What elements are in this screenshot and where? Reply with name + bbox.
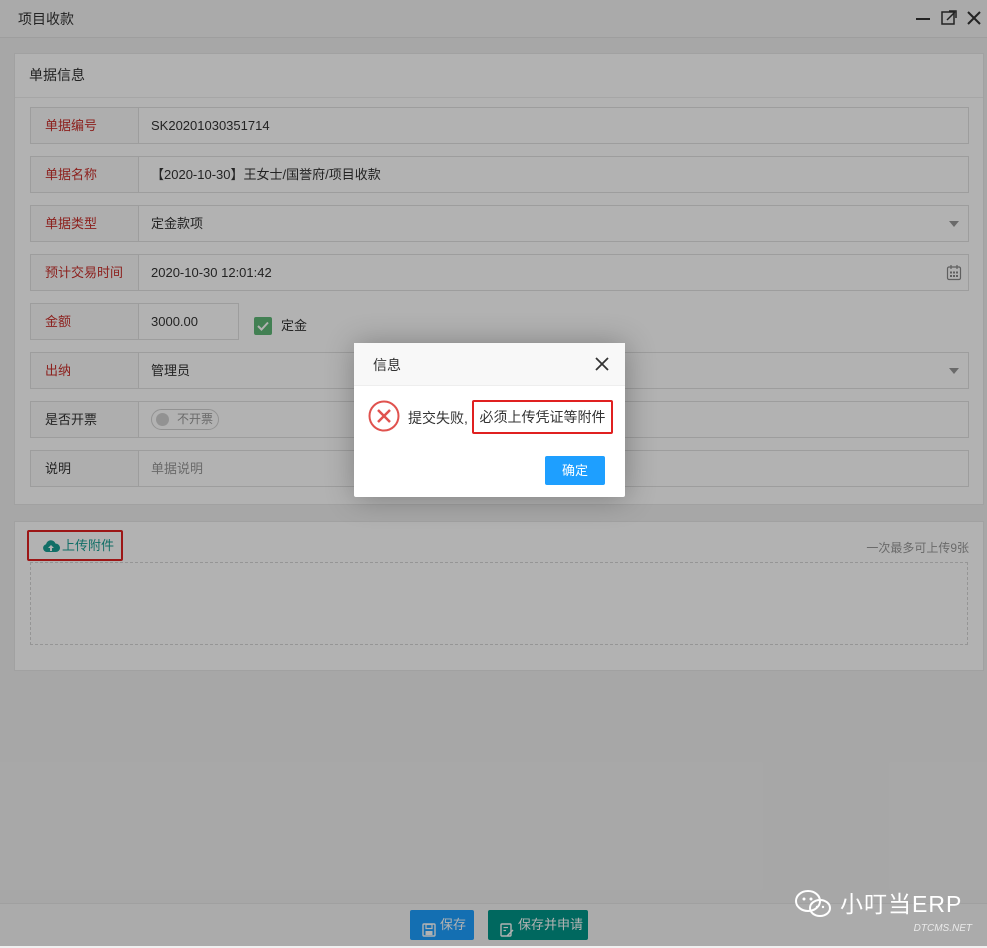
info-dialog: 信息 提交失败, 必须上传凭证等附件 确定 <box>354 343 625 497</box>
watermark: 小叮当ERP DTCMS.NET <box>794 885 984 943</box>
error-icon <box>368 400 400 435</box>
dialog-message-highlight: 必须上传凭证等附件 <box>472 400 613 434</box>
dialog-title: 信息 <box>373 357 401 373</box>
dialog-header: 信息 <box>354 343 625 386</box>
dialog-message: 提交失败, <box>408 410 468 426</box>
confirm-button[interactable]: 确定 <box>545 456 605 485</box>
watermark-text: 小叮当ERP <box>840 891 963 917</box>
dialog-close-icon[interactable] <box>595 357 609 371</box>
wechat-icon <box>795 890 831 917</box>
watermark-subtext: DTCMS.NET <box>913 923 972 934</box>
